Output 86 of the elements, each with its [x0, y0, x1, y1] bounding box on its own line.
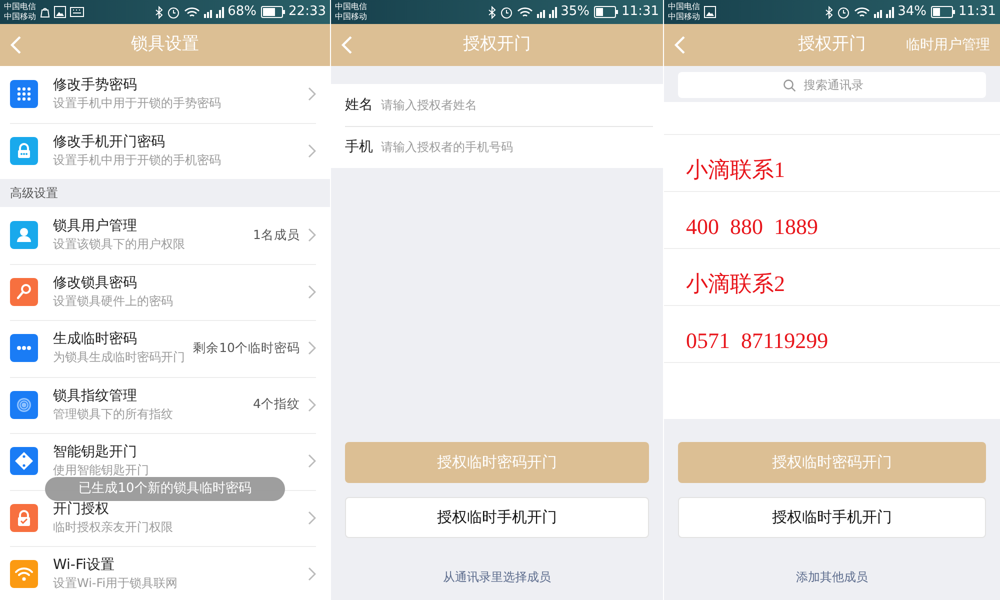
- chevron-icon: [308, 144, 316, 158]
- search-icon: [782, 78, 796, 92]
- battery-icon: [594, 6, 618, 18]
- item-subtitle: 设置锁具硬件上的密码: [53, 292, 173, 310]
- clock-time: 11:31: [958, 3, 996, 22]
- item-detail: 剩余10个临时密码: [193, 338, 300, 357]
- search-input[interactable]: 搜索通讯录: [802, 75, 882, 95]
- field-label: 手机: [345, 138, 373, 156]
- back-icon[interactable]: [674, 35, 686, 55]
- chevron-icon: [308, 87, 316, 102]
- signal-icon: [874, 6, 894, 18]
- chevron-icon: [308, 398, 316, 412]
- item-title: 修改手机开门密码: [53, 132, 165, 152]
- wifi-icon: [10, 560, 38, 588]
- item-title: Wi-Fi设置: [53, 556, 114, 576]
- field-label: 姓名: [345, 96, 373, 114]
- item-subtitle: 管理锁具下的所有指纹: [53, 406, 173, 423]
- item-subtitle: 为锁具生成临时密码开门: [53, 349, 185, 366]
- carrier-text: 中国电信: [4, 2, 36, 12]
- carrier-text: 中国移动: [4, 12, 36, 22]
- contact-name: 0571 87119299: [686, 328, 828, 354]
- wifi-icon: [854, 6, 870, 18]
- bag-icon: [40, 6, 50, 18]
- clock-time: 22:33: [288, 3, 326, 22]
- carrier-text: 中国电信: [335, 2, 367, 12]
- grid-icon: [10, 80, 38, 108]
- wifi-icon: [184, 6, 200, 18]
- item-title: 智能钥匙开门: [53, 443, 137, 462]
- lock-check-icon: [10, 504, 38, 532]
- chevron-icon: [308, 510, 316, 525]
- chevron-icon: [308, 284, 316, 299]
- image-icon: [704, 6, 716, 18]
- header-title: 授权开门: [798, 34, 866, 54]
- carrier-text: 中国电信: [668, 2, 700, 12]
- input-field[interactable]: 请输入授权者的手机号码: [381, 138, 653, 156]
- keyboard-icon: [70, 7, 84, 17]
- bluetooth-icon: [488, 6, 496, 18]
- battery-percent: 68%: [228, 3, 257, 22]
- signal-icon: [536, 6, 557, 18]
- item-subtitle: 设置该锁具下的用户权限: [53, 236, 185, 254]
- chevron-icon: [308, 341, 316, 356]
- item-title: 锁具指纹管理: [53, 386, 137, 406]
- battery-percent: 34%: [898, 3, 927, 22]
- secondary-button[interactable]: 授权临时手机开门: [678, 497, 986, 538]
- item-title: 修改手势密码: [53, 76, 137, 96]
- item-detail: 4个指纹: [253, 395, 300, 414]
- carrier-text: 中国移动: [335, 12, 367, 22]
- input-field[interactable]: 请输入授权者姓名: [381, 96, 653, 114]
- key-icon: [10, 278, 38, 306]
- item-title: 修改锁具密码: [53, 274, 137, 293]
- battery-icon: [260, 6, 285, 18]
- bluetooth-icon: [824, 6, 833, 18]
- signal-icon: [204, 6, 224, 18]
- item-title: 开门授权: [53, 500, 109, 519]
- chevron-icon: [308, 228, 316, 242]
- item-title: 锁具用户管理: [53, 217, 137, 236]
- item-subtitle: 使用智能钥匙开门: [53, 462, 149, 480]
- item-subtitle: 临时授权亲友开门权限: [53, 518, 173, 536]
- person-icon: [10, 221, 38, 250]
- back-icon[interactable]: [10, 35, 22, 55]
- header-title: 授权开门: [463, 34, 531, 54]
- bluetooth-icon: [154, 6, 163, 18]
- item-subtitle: 设置手机中用于开锁的手势密码: [53, 95, 221, 112]
- text-link[interactable]: 从通讯录里选择成员: [443, 568, 551, 586]
- item-subtitle: 设置手机中用于开锁的手机密码: [53, 152, 221, 169]
- lock-icon: [10, 136, 38, 165]
- dots-icon: [10, 334, 38, 362]
- item-title: 生成临时密码: [53, 330, 137, 350]
- image-icon: [54, 6, 66, 18]
- battery-icon: [930, 6, 955, 18]
- chevron-icon: [308, 454, 316, 468]
- item-subtitle: 设置Wi-Fi用于锁具联网: [53, 575, 178, 592]
- chevron-icon: [308, 567, 316, 582]
- wifi-icon: [516, 6, 533, 18]
- clock-time: 11:31: [622, 3, 659, 22]
- secondary-button[interactable]: 授权临时手机开门: [345, 497, 649, 538]
- contact-name: 400 880 1889: [686, 214, 818, 240]
- item-detail: 1名成员: [253, 226, 300, 244]
- contact-name: 小滴联系2: [686, 271, 785, 297]
- header-title: 锁具设置: [131, 34, 199, 54]
- status-toast: 已生成10个新的锁具临时密码: [45, 477, 285, 501]
- carrier-text: 中国移动: [668, 12, 700, 22]
- contact-name: 小滴联系1: [686, 157, 785, 183]
- text-link[interactable]: 添加其他成员: [796, 568, 868, 586]
- battery-percent: 35%: [560, 3, 590, 22]
- back-icon[interactable]: [341, 35, 353, 55]
